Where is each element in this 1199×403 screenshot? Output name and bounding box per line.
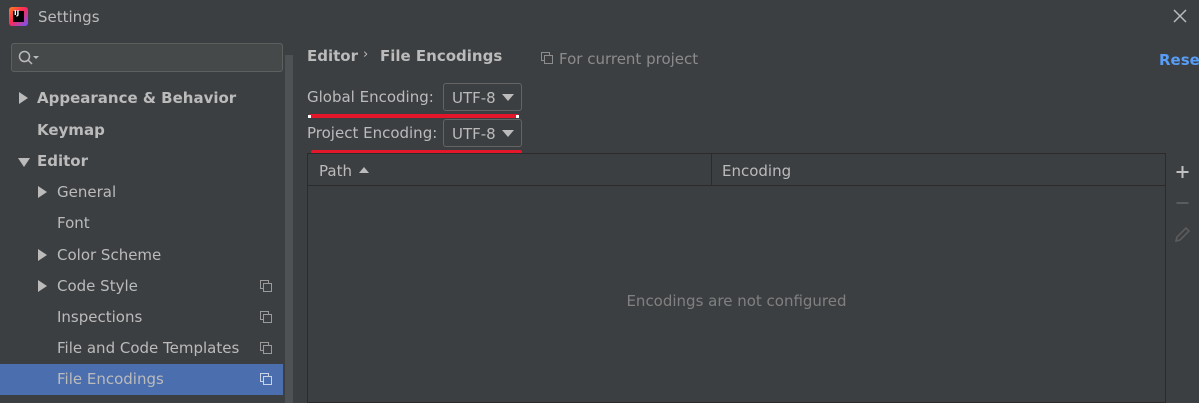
intellij-logo-icon: IJ [9,7,28,26]
sidebar-item-file-code-templates[interactable]: File and Code Templates [0,333,283,364]
scope-note-label: For current project [559,50,699,68]
column-divider[interactable] [711,154,712,186]
copy-icon [260,373,272,385]
chevron-right-icon[interactable] [38,280,47,292]
chevron-down-icon [502,130,514,137]
sidebar-item-general[interactable]: General [0,177,283,208]
sidebar-item-appearance-behavior[interactable]: Appearance & Behavior [0,83,283,114]
breadcrumb-parent[interactable]: Editor [307,47,358,65]
copy-icon [260,342,272,354]
add-icon[interactable] [1166,157,1199,187]
project-encoding-label: Project Encoding: [307,124,438,142]
sidebar-item-code-style[interactable]: Code Style [0,271,283,302]
remove-icon[interactable] [1166,188,1199,218]
column-header-path[interactable]: Path [319,162,352,180]
main-panel: Editor › File Encodings For current proj… [293,35,1199,403]
chevron-right-icon[interactable] [19,92,28,104]
sort-ascending-icon [359,167,369,173]
chevron-down-icon [502,94,514,101]
highlight-marker [308,115,311,118]
highlight-underline [309,114,519,118]
chevron-right-icon[interactable] [38,186,47,198]
project-encoding-dropdown[interactable]: UTF-8 [443,119,522,147]
empty-table-message: Encodings are not configured [626,292,847,310]
search-input[interactable] [11,43,283,72]
breadcrumb-separator: › [363,47,369,62]
sidebar-item-color-scheme[interactable]: Color Scheme [0,240,283,271]
reset-link[interactable]: Reset [1159,51,1199,69]
copy-icon [541,52,553,64]
table-toolbar [1166,153,1199,403]
column-header-encoding[interactable]: Encoding [722,162,791,180]
edit-icon[interactable] [1166,220,1199,250]
copy-icon [260,280,272,292]
sidebar-item-editor[interactable]: Editor [0,146,283,177]
global-encoding-value: UTF-8 [452,89,496,107]
chevron-down-icon[interactable] [18,158,30,167]
highlight-marker [516,115,519,118]
sidebar-item-file-encodings[interactable]: File Encodings [0,364,283,395]
table-header: Path Encoding [308,154,1165,186]
settings-sidebar: Appearance & Behavior Keymap Editor Gene… [0,35,293,403]
title-bar: IJ Settings [0,0,1199,35]
encodings-table: Path Encoding Encodings are not configur… [307,153,1166,403]
chevron-right-icon[interactable] [38,249,47,261]
project-encoding-value: UTF-8 [452,125,496,143]
window-title: Settings [38,8,100,26]
sidebar-item-inspections[interactable]: Inspections [0,302,283,333]
sidebar-item-font[interactable]: Font [0,208,283,239]
sidebar-item-keymap[interactable]: Keymap [0,115,283,146]
global-encoding-label: Global Encoding: [307,88,434,106]
copy-icon [260,311,272,323]
page-title: File Encodings [380,47,503,65]
global-encoding-dropdown[interactable]: UTF-8 [443,83,522,111]
sidebar-scrollbar[interactable] [285,55,293,403]
close-icon[interactable] [1170,6,1190,26]
search-icon [18,50,39,65]
